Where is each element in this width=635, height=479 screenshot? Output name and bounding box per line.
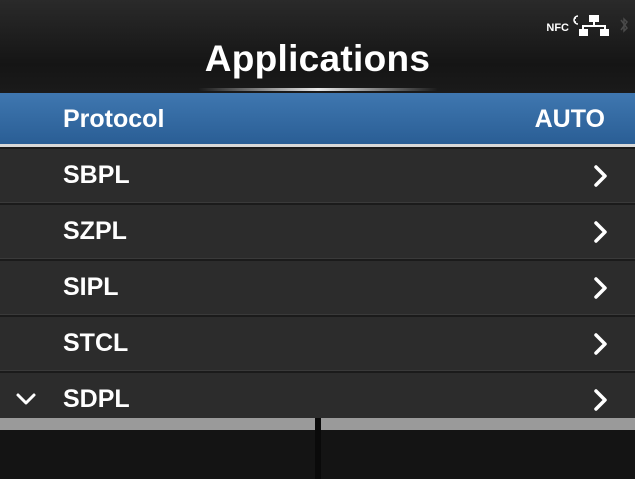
list-item-label: SBPL bbox=[63, 161, 130, 189]
list-item-label: SDPL bbox=[63, 385, 130, 413]
network-icon bbox=[579, 15, 609, 36]
list-item-label: SZPL bbox=[63, 217, 127, 245]
status-bar: NFC bbox=[546, 14, 629, 44]
page-title: Applications bbox=[204, 38, 431, 79]
softkey-right-bar bbox=[321, 418, 635, 430]
list-item-sbpl[interactable]: SBPL bbox=[0, 149, 635, 203]
protocol-value: AUTO bbox=[534, 105, 605, 133]
list-item-sipl[interactable]: SIPL bbox=[0, 261, 635, 315]
softkey-right[interactable] bbox=[321, 418, 635, 479]
softkey-left[interactable] bbox=[0, 418, 315, 479]
chevron-right-icon bbox=[594, 277, 607, 299]
softkey-bar bbox=[0, 418, 635, 479]
header: Applications NFC bbox=[0, 0, 635, 92]
chevron-right-icon bbox=[594, 165, 607, 187]
chevron-down-icon[interactable] bbox=[15, 392, 37, 406]
chevron-right-icon bbox=[594, 389, 607, 411]
title-underline bbox=[198, 88, 438, 91]
list-item-label: Protocol bbox=[63, 105, 165, 133]
printer-screen: Applications NFC Protocol AUTO SBPL SZPL… bbox=[0, 0, 635, 479]
menu-list: Protocol AUTO SBPL SZPL SIPL STCL SDPL bbox=[0, 93, 635, 429]
chevron-right-icon bbox=[594, 221, 607, 243]
bluetooth-icon bbox=[620, 17, 628, 33]
nfc-icon: NFC bbox=[546, 14, 579, 34]
softkey-left-bar bbox=[0, 418, 315, 430]
chevron-right-icon bbox=[594, 333, 607, 355]
nfc-label: NFC bbox=[546, 22, 569, 34]
list-item-protocol[interactable]: Protocol AUTO bbox=[0, 93, 635, 147]
list-item-label: STCL bbox=[63, 329, 129, 357]
list-item-stcl[interactable]: STCL bbox=[0, 317, 635, 371]
list-item-szpl[interactable]: SZPL bbox=[0, 205, 635, 259]
list-item-label: SIPL bbox=[63, 273, 119, 301]
